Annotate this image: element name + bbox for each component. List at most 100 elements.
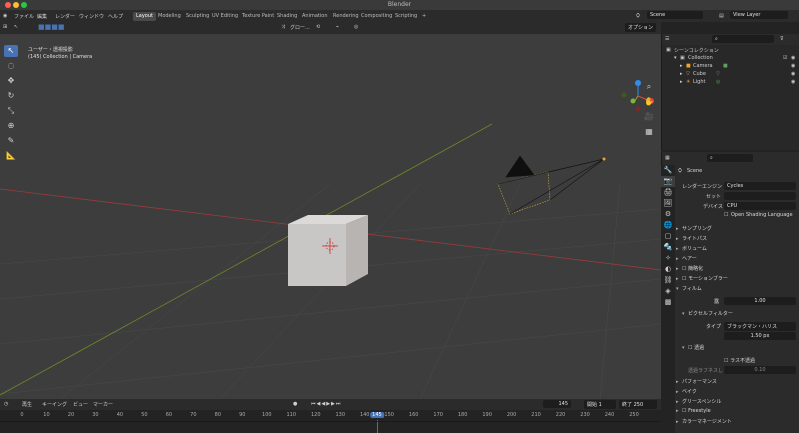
roughness-threshold-field[interactable]: 0.10	[724, 366, 796, 374]
filter-type-dropdown[interactable]: ブラックマン・ハリス	[724, 322, 796, 331]
select-box-icon[interactable]: ↖	[4, 45, 18, 57]
move-icon[interactable]: ✥	[4, 75, 18, 87]
expand-icon[interactable]: ▸	[680, 79, 683, 85]
transform-orientation-dropdown[interactable]: グロー...	[290, 24, 310, 31]
section-sampling[interactable]: ▸ サンプリング	[676, 225, 798, 234]
add-workspace-button[interactable]: +	[419, 12, 429, 21]
timeline-menu-keying[interactable]: キーイング	[42, 401, 67, 408]
section-hair[interactable]: ▸ ヘアー	[676, 255, 798, 264]
visibility-eye-icon[interactable]: ◉	[791, 55, 795, 61]
rotate-icon[interactable]: ↻	[4, 90, 18, 102]
object-tab-icon[interactable]: ▢	[661, 231, 675, 242]
properties-search-input[interactable]: ⌕	[707, 154, 753, 162]
transparent-subpanel[interactable]: ▾ ☐ 透過	[682, 344, 799, 353]
timeline-editor-icon[interactable]: ◷	[4, 401, 8, 407]
feature-set-dropdown[interactable]	[724, 192, 796, 200]
tab-sculpting[interactable]: Sculpting	[183, 12, 212, 21]
tab-rendering[interactable]: Rendering	[330, 12, 362, 21]
visibility-eye-icon[interactable]: ◉	[791, 71, 795, 77]
outliner-search-input[interactable]: ⌕	[712, 35, 774, 43]
expand-icon[interactable]: ▾	[674, 55, 677, 61]
pivot-icon[interactable]: ⟲	[316, 24, 320, 30]
measure-icon[interactable]: 📐	[4, 150, 18, 162]
view-layer-tab-icon[interactable]: 🖼	[661, 198, 675, 209]
render-tab-icon[interactable]: 📷	[661, 176, 675, 187]
cursor-mode-icon[interactable]: ↖	[14, 24, 18, 30]
outliner-item-light[interactable]: ▸ ☀ Light ◎ ◉	[662, 79, 799, 87]
render-engine-dropdown[interactable]: Cycles	[724, 182, 796, 190]
menu-window[interactable]: ウィンドウ	[79, 13, 104, 20]
camera-object[interactable]	[497, 155, 606, 215]
menu-file[interactable]: ファイル	[14, 13, 34, 20]
section-film[interactable]: ▾ フィルム	[676, 285, 798, 294]
filter-icon[interactable]: ⊽	[780, 36, 784, 42]
options-dropdown[interactable]: オプション	[625, 23, 657, 32]
section-freestyle[interactable]: ▸ ☐ Freestyle	[676, 408, 798, 417]
timeline-menu-playback[interactable]: 再生	[22, 401, 32, 408]
perspective-toggle-icon[interactable]: ▦	[642, 126, 656, 138]
annotate-icon[interactable]: ✎	[4, 135, 18, 147]
current-frame-marker[interactable]: 145	[370, 412, 384, 418]
scene-selector[interactable]: Scene	[647, 11, 703, 19]
start-frame-field[interactable]: 開始 1	[584, 400, 616, 409]
menu-help[interactable]: ヘルプ	[108, 13, 123, 20]
tool-tab-icon[interactable]: 🔧	[661, 165, 675, 176]
particles-tab-icon[interactable]: ✧	[661, 253, 675, 264]
section-motion-blur[interactable]: ▸ ☐ モーションブラー	[676, 275, 798, 284]
tab-layout[interactable]: Layout	[133, 12, 156, 21]
output-tab-icon[interactable]: 🖨	[661, 187, 675, 198]
data-tab-icon[interactable]: ◈	[661, 286, 675, 297]
section-performance[interactable]: ▸ パフォーマンス	[676, 378, 798, 387]
section-volumes[interactable]: ▸ ボリューム	[676, 245, 798, 254]
camera-view-icon[interactable]: 🎥	[642, 111, 656, 123]
outliner-editor-icon[interactable]: ☰	[665, 36, 669, 42]
view-layer-selector[interactable]: View Layer	[730, 11, 788, 19]
proportional-edit-icon[interactable]: ◎	[354, 24, 358, 30]
tab-compositing[interactable]: Compositing	[358, 12, 395, 21]
cube-object[interactable]	[288, 215, 368, 286]
cursor-icon[interactable]: ◌	[4, 60, 18, 72]
blender-logo-icon[interactable]: ◉	[3, 13, 7, 19]
section-simplify[interactable]: ▸ ☐ 簡略化	[676, 265, 798, 274]
scene-tab-icon[interactable]: ⚙	[661, 209, 675, 220]
timeline-menu-marker[interactable]: マーカー	[93, 401, 113, 408]
tab-scripting[interactable]: Scripting	[392, 12, 420, 21]
snap-icon[interactable]: ⌁	[336, 24, 339, 30]
editor-type-icon[interactable]: ⊞	[3, 24, 7, 30]
outliner-item-cube[interactable]: ▸ ▽ Cube ▽ ◉	[662, 71, 799, 79]
menu-edit[interactable]: 編集	[37, 13, 47, 20]
transparent-glass-checkbox[interactable]: ☐ ラス不透過	[724, 357, 799, 366]
tab-uv-editing[interactable]: UV Editing	[209, 12, 241, 21]
world-tab-icon[interactable]: 🌐	[661, 220, 675, 231]
transform-icon[interactable]: ⊕	[4, 120, 18, 132]
menu-render[interactable]: レンダー	[55, 13, 75, 20]
visibility-eye-icon[interactable]: ◉	[791, 63, 795, 69]
properties-editor-icon[interactable]: ▦	[665, 155, 670, 161]
physics-tab-icon[interactable]: ◐	[661, 264, 675, 275]
tab-shading[interactable]: Shading	[274, 12, 300, 21]
expand-icon[interactable]: ▸	[680, 71, 683, 77]
expand-icon[interactable]: ▸	[680, 63, 683, 69]
checkbox-icon[interactable]: ☑	[783, 55, 787, 61]
timeline-area[interactable]: 0 10 20 30 40 50 60 70 80 90 100 110 120 130 140 145 150…	[0, 410, 661, 433]
tab-modeling[interactable]: Modeling	[155, 12, 184, 21]
section-color-management[interactable]: ▸ カラーマネージメント	[676, 418, 798, 427]
current-frame-field[interactable]: 145	[543, 400, 571, 408]
zoom-icon[interactable]: ⌕	[642, 81, 656, 93]
timeline-menu-view[interactable]: ビュー	[73, 401, 88, 408]
modifier-tab-icon[interactable]: 🔩	[661, 242, 675, 253]
visibility-eye-icon[interactable]: ◉	[791, 79, 795, 85]
outliner-item-camera[interactable]: ▸ ■ Camera ■ ◉	[662, 63, 799, 71]
device-dropdown[interactable]: CPU	[724, 202, 796, 210]
section-grease-pencil[interactable]: ▸ グリースペンシル	[676, 398, 798, 407]
transform-orientation-icon[interactable]: ⤨	[281, 24, 285, 30]
pan-hand-icon[interactable]: ✋	[642, 96, 656, 108]
3d-viewport[interactable]: ユーザー・透視投影 (145) Collection | Camera ⌕ ✋ …	[0, 34, 661, 399]
texture-tab-icon[interactable]: ▩	[661, 297, 675, 308]
scale-icon[interactable]: ⤡	[4, 105, 18, 117]
select-mode-icons[interactable]: ■■■■	[38, 23, 64, 31]
outliner-scene-collection[interactable]: ▣ シーンコレクション	[662, 47, 799, 55]
playback-controls-icon[interactable]: ⏮◀◀▶▶⏭	[311, 401, 341, 407]
filter-width-field[interactable]: 1.50 px	[724, 332, 796, 340]
exposure-field[interactable]: 1.00	[724, 297, 796, 305]
